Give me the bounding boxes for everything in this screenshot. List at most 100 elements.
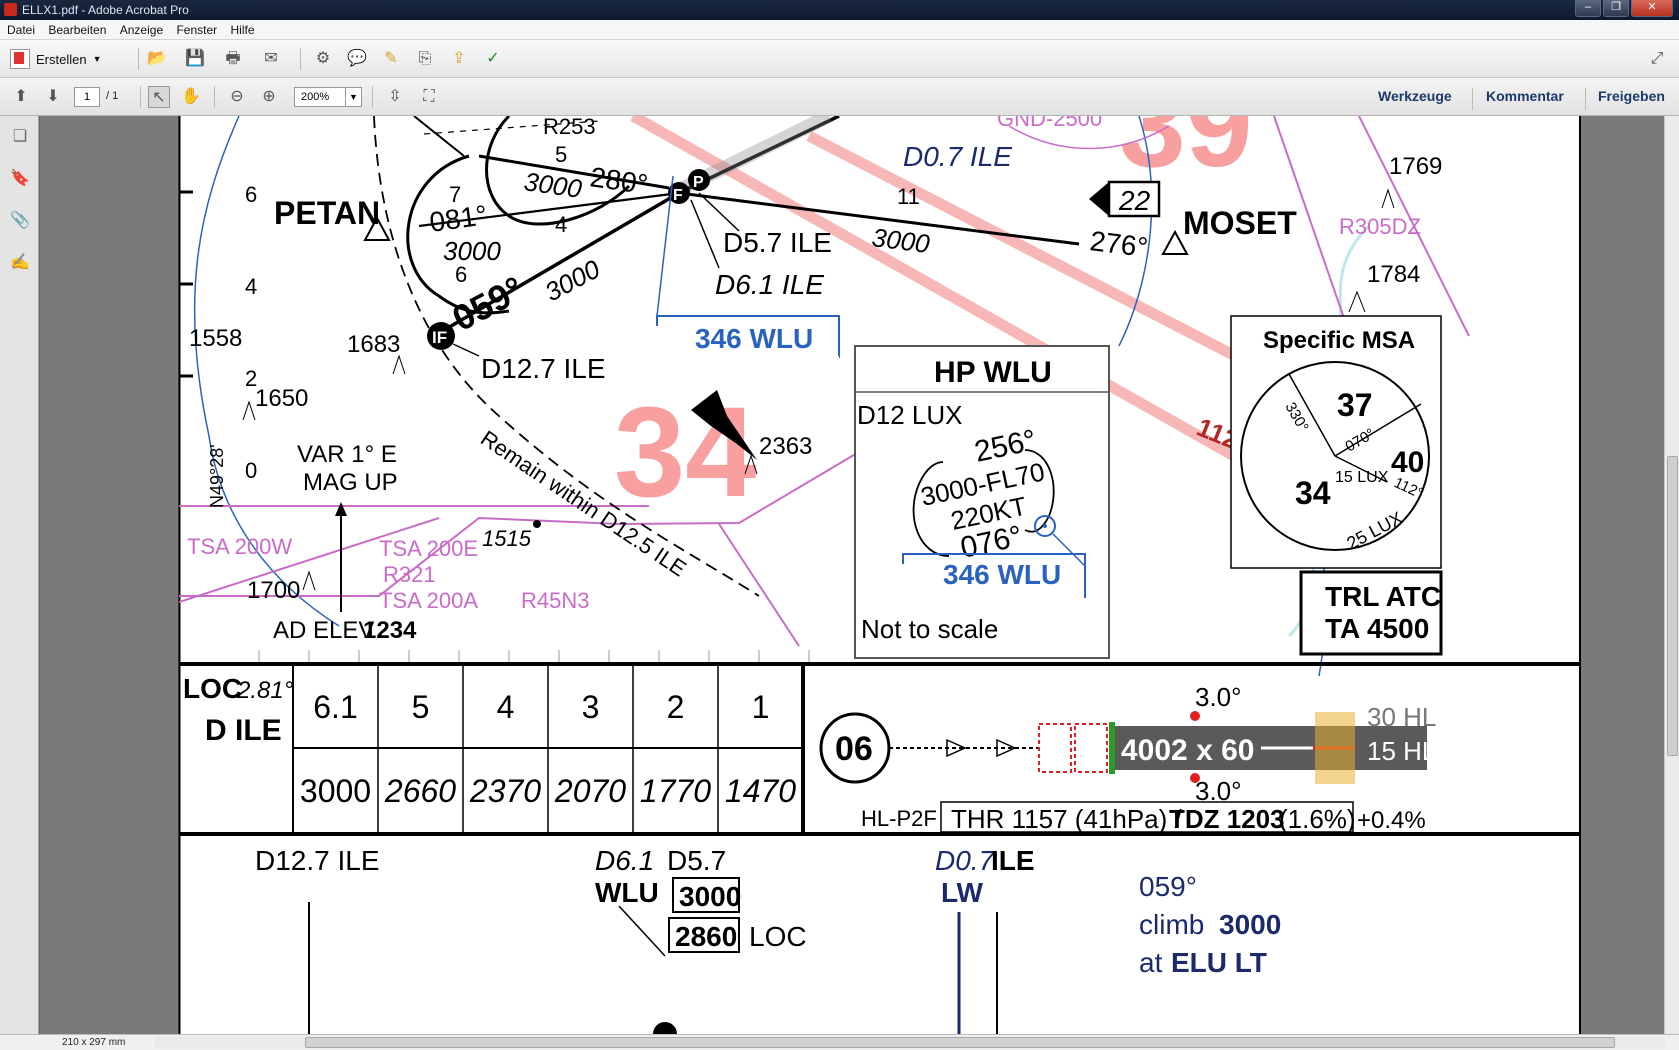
loc-altitude-3: 2070 <box>554 773 626 809</box>
approach-chart: 34 39 112° GND-2500 R305DZ TSA 200W TSA … <box>177 116 1583 1034</box>
elev-1558: 1558 <box>189 325 242 352</box>
missed-climb: climb <box>1139 909 1204 940</box>
hl-p2f: HL-P2F <box>861 806 937 831</box>
ta-4500: TA 4500 <box>1325 613 1429 644</box>
gear-icon[interactable]: ⚙ <box>312 48 334 70</box>
profile-ile: ILE <box>991 845 1035 876</box>
menu-hilfe[interactable]: Hilfe <box>231 20 255 40</box>
slope: +0.4% <box>1357 807 1426 834</box>
loc-distance-0: 6.1 <box>313 689 357 725</box>
latitude-label: N49°28' <box>207 444 227 508</box>
missed-alt: 3000 <box>1219 909 1281 940</box>
fix-if: IF <box>432 328 447 347</box>
scale-6: 6 <box>245 182 257 207</box>
loc-altitude-0: 3000 <box>300 773 371 809</box>
track-276: 276° <box>1088 225 1149 263</box>
fit-width-icon[interactable]: ⛶ <box>418 86 440 108</box>
loc-altitude-1: 2660 <box>384 773 456 809</box>
elev-2363: 2363 <box>759 433 812 460</box>
vertical-scroll-thumb[interactable] <box>1667 456 1678 756</box>
loc-distance-2: 4 <box>497 689 515 725</box>
menu-datei[interactable]: Datei <box>7 20 35 40</box>
email-icon[interactable]: ✉ <box>260 48 282 70</box>
loc-distance-3: 3 <box>582 689 600 725</box>
print-icon[interactable]: 🖶 <box>222 48 244 70</box>
save-icon[interactable]: 💾 <box>184 48 206 70</box>
num-6: 6 <box>455 262 467 287</box>
tsa-200a: TSA 200A <box>379 588 478 613</box>
document-view[interactable]: 34 39 112° GND-2500 R305DZ TSA 200W TSA … <box>40 116 1664 1034</box>
menu-bar: Datei Bearbeiten Anzeige Fenster Hilfe <box>0 20 1679 40</box>
zoom-select[interactable]: 200% ▼ <box>294 87 362 107</box>
attachment-icon[interactable]: 📎 <box>10 210 30 230</box>
highlight-icon[interactable]: ✎ <box>380 48 402 70</box>
profile-loc: LOC <box>749 921 807 952</box>
num-5: 5 <box>555 142 567 167</box>
menu-anzeige[interactable]: Anzeige <box>120 20 163 40</box>
horizontal-scroll-thumb[interactable] <box>305 1037 1615 1048</box>
hp-wlu-title: HP WLU <box>934 356 1052 389</box>
hand-tool-icon[interactable]: ✋ <box>180 86 202 108</box>
comment-panel-button[interactable]: Kommentar <box>1486 88 1564 104</box>
window-titlebar: ELLX1.pdf - Adobe Acrobat Pro – ❐ ✕ <box>0 0 1679 20</box>
navigation-pane: ❏ 🔖 📎 ✍ <box>0 116 39 1034</box>
page-number-input[interactable]: 1 <box>74 87 100 107</box>
bookmark-icon[interactable]: 🔖 <box>10 168 30 188</box>
stamp-icon[interactable]: ⎘ <box>414 48 436 70</box>
holding-ndb: 346 WLU <box>943 559 1061 590</box>
msa-title: Specific MSA <box>1263 327 1415 354</box>
restore-button[interactable]: ❐ <box>1603 0 1629 17</box>
horizontal-scrollbar[interactable] <box>155 1037 1665 1049</box>
track-280: 280° <box>588 161 650 200</box>
profile-alt-3000: 3000 <box>679 881 741 912</box>
runway-number: 06 <box>835 730 873 768</box>
vertical-scrollbar[interactable] <box>1664 116 1679 1034</box>
tsa-200w: TSA 200W <box>187 534 292 559</box>
page-total: / 1 <box>106 90 119 102</box>
select-tool-icon[interactable]: ↖ <box>148 86 170 108</box>
create-pdf-icon <box>10 49 30 69</box>
share-file-icon[interactable]: ⇪ <box>448 48 470 70</box>
r45n3-label: R45N3 <box>521 588 589 613</box>
loc-distance-4: 2 <box>667 689 685 725</box>
fix-moset: MOSET <box>1183 205 1297 241</box>
pdf-page: 34 39 112° GND-2500 R305DZ TSA 200W TSA … <box>177 116 1583 1034</box>
fix-p: P <box>693 174 704 191</box>
num-4: 4 <box>555 212 567 237</box>
fix-f: F <box>673 187 683 204</box>
signature-icon[interactable]: ✍ <box>10 252 30 272</box>
share-panel-button[interactable]: Freigeben <box>1598 88 1665 104</box>
scale-4: 4 <box>245 274 257 299</box>
msa-37: 37 <box>1337 387 1373 423</box>
fix-d61-ile: D6.1 ILE <box>715 269 824 300</box>
comment-icon[interactable]: 💬 <box>346 48 368 70</box>
sign-icon[interactable]: ✓ <box>482 48 504 70</box>
profile-d127: D12.7 ILE <box>255 845 380 876</box>
thr-elev: THR 1157 (41hPa) / <box>951 804 1183 834</box>
elev-1769: 1769 <box>1389 153 1442 180</box>
previous-page-icon[interactable]: ⬆ <box>10 86 32 108</box>
sector-34: 34 <box>614 381 756 524</box>
loc-altitude-4: 1770 <box>640 773 711 809</box>
missed-track: 059° <box>1139 871 1197 902</box>
elev-1650: 1650 <box>255 385 308 412</box>
zoom-out-icon[interactable]: ⊖ <box>226 86 248 108</box>
minimize-button[interactable]: – <box>1575 0 1601 17</box>
fix-d07-ile: D0.7 ILE <box>903 141 1012 172</box>
menu-bearbeiten[interactable]: Bearbeiten <box>48 20 106 40</box>
zoom-in-icon[interactable]: ⊕ <box>258 86 280 108</box>
chevron-down-icon: ▼ <box>92 54 102 64</box>
runway-dims: 4002 x 60 <box>1121 734 1254 767</box>
ad-elev-value: 1234 <box>363 617 417 644</box>
fit-page-icon[interactable]: ⇳ <box>384 86 406 108</box>
menu-fenster[interactable]: Fenster <box>176 20 217 40</box>
open-icon[interactable]: 📂 <box>146 48 168 70</box>
pages-icon[interactable]: ❏ <box>10 126 30 146</box>
acrobat-icon <box>4 3 17 16</box>
close-button[interactable]: ✕ <box>1631 0 1673 17</box>
expand-icon[interactable]: ⤢ <box>1646 48 1668 70</box>
msa-15-lux: 15 LUX <box>1335 469 1389 486</box>
create-button[interactable]: Erstellen ▼ <box>10 48 102 70</box>
tools-panel-button[interactable]: Werkzeuge <box>1378 88 1452 104</box>
next-page-icon[interactable]: ⬇ <box>42 86 64 108</box>
